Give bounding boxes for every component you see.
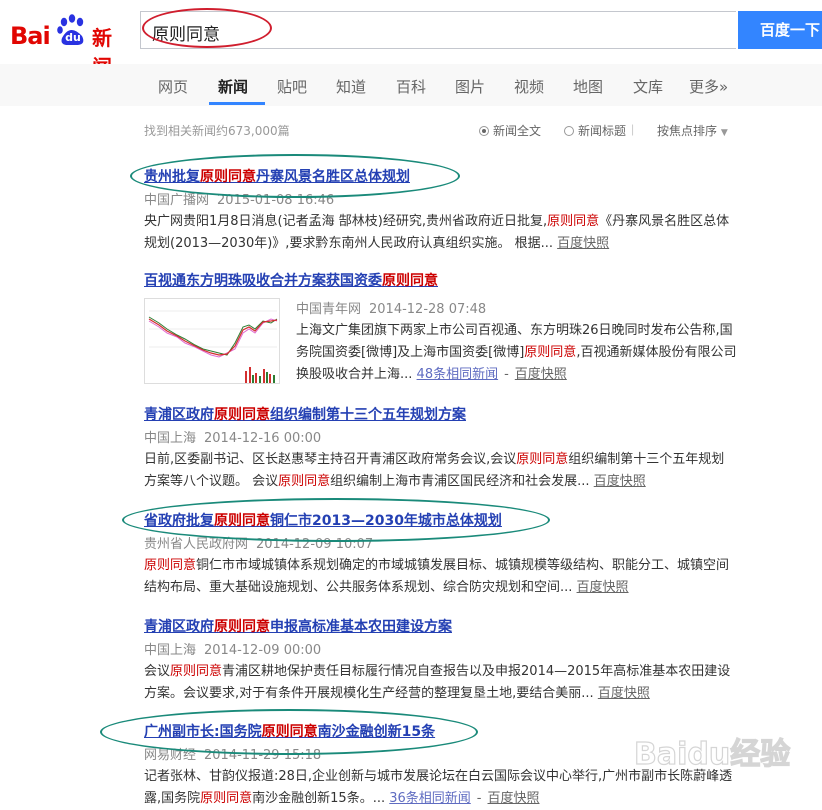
result-source: 网易财经 <box>144 748 197 763</box>
radio-checked-icon[interactable] <box>479 126 489 136</box>
result-summary: 日前,区委副书记、区长赵惠琴主持召开青浦区政府常务会议,会议原则同意组织编制第十… <box>144 452 725 489</box>
result-date: 2015-01-08 16:46 <box>217 193 335 208</box>
result-source: 中国青年网 <box>296 302 362 317</box>
snapshot-link[interactable]: 百度快照 <box>488 791 540 806</box>
news-result-3: 青浦区政府原则同意组织编制第十三个五年规划方案 中国上海 2014-12-16 0… <box>144 404 744 493</box>
logo-du-text: du <box>65 31 81 44</box>
radio-unchecked-icon[interactable] <box>564 126 574 136</box>
result-source: 中国上海 <box>144 431 197 446</box>
news-result-2: 百视通东方明珠吸收合并方案获国资委原则同意 中国青年网 2014-12-28 07… <box>144 270 744 390</box>
option-title-only[interactable]: 新闻标题 <box>564 122 626 139</box>
tab-map[interactable]: 地图 <box>573 76 603 97</box>
sort-dropdown[interactable]: 按焦点排序 ▼ <box>657 122 728 139</box>
logo-bai-text: Bai <box>10 22 51 50</box>
result-title-link[interactable]: 青浦区政府原则同意组织编制第十三个五年规划方案 <box>144 404 744 426</box>
result-source: 中国上海 <box>144 643 197 658</box>
result-title-link[interactable]: 青浦区政府原则同意申报高标准基本农田建设方案 <box>144 616 744 638</box>
result-meta: 中国青年网 2014-12-28 07:48 <box>296 300 740 320</box>
tab-zhidao[interactable]: 知道 <box>336 76 366 97</box>
toolbar-separator: | <box>631 122 635 136</box>
tab-more[interactable]: 更多» <box>689 76 728 97</box>
tab-webpage[interactable]: 网页 <box>158 76 188 97</box>
baidu-news-logo[interactable]: Bai du 新闻 <box>8 10 128 79</box>
watermark-image: Baidu经验 <box>633 736 790 772</box>
result-date: 2014-12-28 07:48 <box>369 302 487 317</box>
result-date: 2014-12-09 00:00 <box>204 643 322 658</box>
option-title-label: 新闻标题 <box>578 124 627 138</box>
result-source: 贵州省人民政府网 <box>144 537 249 552</box>
tab-images[interactable]: 图片 <box>455 76 485 97</box>
result-summary: 原则同意铜仁市市域城镇体系规划确定的市域城镇发展目标、城镇规模等级结构、职能分工… <box>144 558 730 595</box>
result-date: 2014-11-29 15:18 <box>204 748 322 763</box>
result-date: 2014-12-16 00:00 <box>204 431 322 446</box>
result-body: 中国青年网 2014-12-28 07:48 上海文广集团旗下两家上市公司百视通、… <box>296 296 740 386</box>
result-meta: 中国上海 2014-12-09 00:00 <box>144 641 744 661</box>
header-bar: Bai du 新闻 原则同意 百度一下 <box>0 0 822 79</box>
category-nav: 网页 新闻 贴吧 知道 百科 图片 视频 地图 文库 更多» <box>0 64 822 106</box>
snapshot-link[interactable]: 百度快照 <box>515 367 567 382</box>
tab-wenku[interactable]: 文库 <box>633 76 663 97</box>
tab-baike[interactable]: 百科 <box>396 76 426 97</box>
caret-down-icon: ▼ <box>720 128 728 138</box>
related-news-link[interactable]: 48条相同新闻 <box>417 367 499 382</box>
tab-video[interactable]: 视频 <box>514 76 544 97</box>
search-button[interactable]: 百度一下 <box>738 11 822 49</box>
search-input[interactable]: 原则同意 <box>140 11 736 49</box>
result-summary: 会议原则同意青浦区耕地保护责任目标履行情况自查报告以及申报2014—2015年高… <box>144 664 731 701</box>
snapshot-link[interactable]: 百度快照 <box>577 580 629 595</box>
result-title-link[interactable]: 贵州批复原则同意丹寨风景名胜区总体规划 <box>144 166 744 188</box>
result-meta: 贵州省人民政府网 2014-12-09 10:07 <box>144 535 744 555</box>
baidu-jingyan-watermark: Baidu经验 <box>630 728 800 788</box>
result-count: 找到相关新闻约673,000篇 <box>144 124 290 138</box>
tab-tieba[interactable]: 贴吧 <box>277 76 307 97</box>
result-summary: 上海文广集团旗下两家上市公司百视通、东方明珠26日晚同时发布公告称,国务院国资委… <box>296 323 737 382</box>
result-title-link[interactable]: 省政府批复原则同意铜仁市2013—2030年城市总体规划 <box>144 510 744 532</box>
result-meta: 中国广播网 2015-01-08 16:46 <box>144 191 744 211</box>
result-meta: 中国上海 2014-12-16 00:00 <box>144 429 744 449</box>
snapshot-link[interactable]: 百度快照 <box>594 474 646 489</box>
result-date: 2014-12-09 10:07 <box>256 537 374 552</box>
snapshot-link[interactable]: 百度快照 <box>598 686 650 701</box>
stock-chart-image <box>145 299 279 383</box>
news-result-1: 贵州批复原则同意丹寨风景名胜区总体规划 中国广播网 2015-01-08 16:4… <box>144 166 744 255</box>
snapshot-link[interactable]: 百度快照 <box>557 236 609 251</box>
news-result-5: 青浦区政府原则同意申报高标准基本农田建设方案 中国上海 2014-12-09 00… <box>144 616 744 705</box>
related-news-link[interactable]: 36条相同新闻 <box>389 791 471 806</box>
news-result-4: 省政府批复原则同意铜仁市2013—2030年城市总体规划 贵州省人民政府网 201… <box>144 510 744 599</box>
option-full-text[interactable]: 新闻全文 <box>479 122 541 139</box>
result-source: 中国广播网 <box>144 193 210 208</box>
active-tab-indicator <box>209 102 265 105</box>
svg-text:Baidu经验: Baidu经验 <box>634 737 790 772</box>
option-full-text-label: 新闻全文 <box>493 124 542 138</box>
result-summary: 央广网贵阳1月8日消息(记者孟海 郜林枝)经研究,贵州省政府近日批复,原则同意《… <box>144 214 730 251</box>
tab-news[interactable]: 新闻 <box>218 76 248 97</box>
sort-label: 按焦点排序 <box>657 124 718 138</box>
result-title-link[interactable]: 百视通东方明珠吸收合并方案获国资委原则同意 <box>144 270 744 292</box>
stock-chart-thumbnail[interactable] <box>144 298 280 384</box>
